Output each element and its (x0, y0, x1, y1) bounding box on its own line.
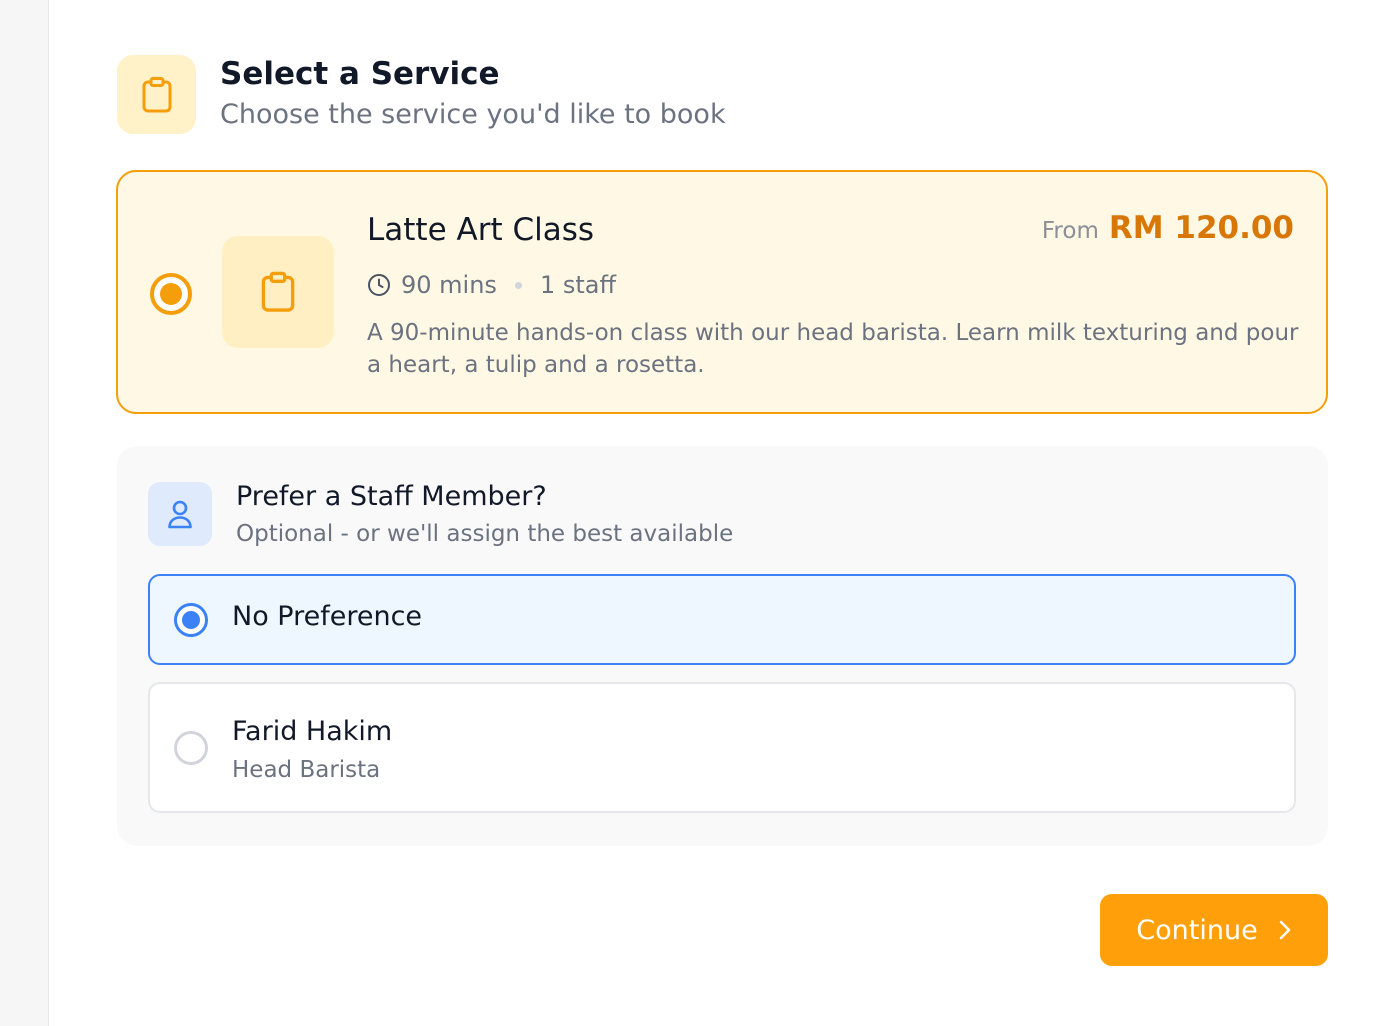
user-icon (148, 482, 212, 546)
continue-label: Continue (1136, 914, 1258, 946)
price-prefix: From (1041, 218, 1099, 244)
clipboard-icon (117, 55, 196, 134)
staff-option-farid-hakim[interactable]: Farid Hakim Head Barista (148, 682, 1296, 813)
staff-subtitle: Optional - or we'll assign the best avai… (236, 521, 734, 547)
page-header: Select a Service Choose the service you'… (117, 54, 726, 135)
meta-separator (514, 281, 522, 289)
page-title: Select a Service (220, 56, 500, 92)
staff-option-role: Head Barista (232, 757, 381, 783)
staff-option-label: No Preference (232, 601, 423, 632)
page-subtitle: Choose the service you'd like to book (220, 99, 726, 130)
continue-button[interactable]: Continue (1100, 894, 1328, 966)
service-price: From RM 120.00 (1042, 210, 1294, 246)
price-amount: RM 120.00 (1108, 210, 1294, 246)
service-name: Latte Art Class (367, 212, 595, 248)
service-staff-count: 1 staff (539, 271, 616, 299)
sidebar-edge (0, 0, 49, 1026)
staff-radio[interactable] (174, 731, 208, 765)
staff-option-no-preference[interactable]: No Preference (148, 574, 1296, 665)
service-card-latte-art[interactable]: Latte Art Class From RM 120.00 90 mins 1… (116, 170, 1328, 414)
chevron-right-icon (1278, 919, 1292, 941)
clipboard-icon (222, 236, 334, 348)
service-duration: 90 mins (401, 271, 497, 299)
service-meta: 90 mins 1 staff (367, 268, 616, 302)
staff-option-label: Farid Hakim (232, 716, 393, 747)
service-radio[interactable] (150, 273, 192, 315)
clock-icon (367, 273, 391, 297)
staff-preference-panel: Prefer a Staff Member? Optional - or we'… (117, 446, 1328, 846)
staff-radio-selected[interactable] (174, 603, 208, 637)
staff-title: Prefer a Staff Member? (236, 481, 547, 512)
service-description: A 90-minute hands-on class with our head… (367, 320, 1299, 378)
staff-header: Prefer a Staff Member? Optional - or we'… (148, 480, 733, 550)
